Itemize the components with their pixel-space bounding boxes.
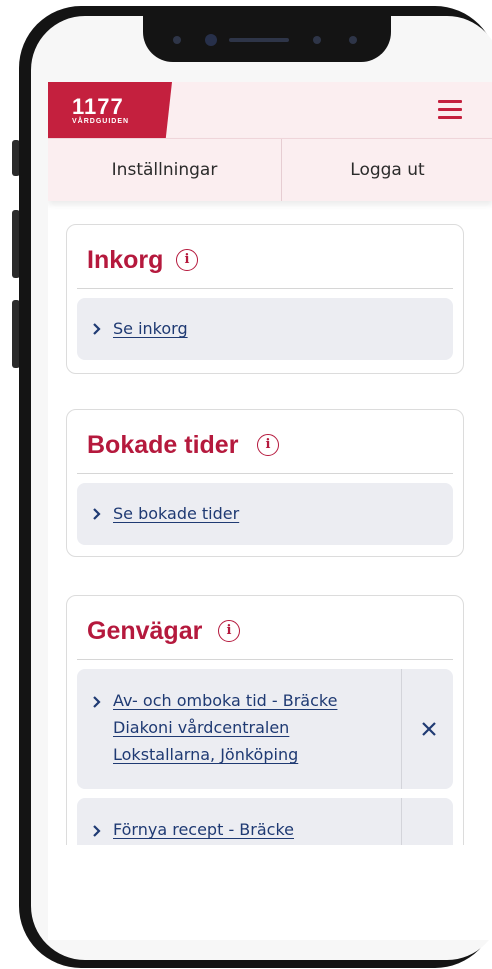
info-icon[interactable]: i [257,434,279,456]
item-divider [401,798,402,845]
shortcuts-card: Genvägar i Av- och omboka tid - Bräcke D… [66,595,464,845]
card-divider [77,659,453,660]
inbox-title: Inkorg [87,246,164,274]
chevron-right-icon [91,692,103,712]
logo-subtitle: VÅRDGUIDEN [72,118,130,125]
shortcut-link-line[interactable]: Lokstallarna, Jönköping [113,741,298,768]
chevron-right-icon [91,319,103,339]
logout-link[interactable]: Logga ut [282,139,492,201]
inbox-link-box[interactable]: Se inkorg [77,298,453,360]
logo-number: 1177 [72,94,124,119]
logo-1177[interactable]: 1177 VÅRDGUIDEN [48,82,172,138]
shortcut-link-line[interactable]: Av- och omboka tid - Bräcke [113,687,337,714]
shortcuts-title: Genvägar [87,617,203,645]
card-divider [77,473,453,474]
appointments-card: Bokade tider i Se bokade tider [66,409,464,557]
card-divider [77,288,453,289]
shortcut-link-line[interactable]: Förnya recept - Bräcke [113,816,294,843]
info-icon[interactable]: i [176,249,198,271]
close-icon[interactable] [417,717,441,741]
top-bar: 1177 VÅRDGUIDEN [48,82,492,138]
inbox-link[interactable]: Se inkorg [113,315,188,342]
appointments-link-box[interactable]: Se bokade tider [77,483,453,545]
hamburger-icon[interactable] [436,98,464,122]
chevron-right-icon [91,821,103,841]
phone-notch [143,16,391,62]
info-icon[interactable]: i [218,620,240,642]
app-screen: 1177 VÅRDGUIDEN Inställningar Logga ut I… [48,82,492,845]
sub-navigation: Inställningar Logga ut [48,138,492,201]
shortcut-item[interactable]: Av- och omboka tid - Bräcke Diakoni vård… [77,669,453,789]
screen-bottom-area [48,845,492,940]
item-divider [401,669,402,789]
chevron-right-icon [91,504,103,524]
appointments-title: Bokade tider [87,431,239,459]
inbox-card: Inkorg i Se inkorg [66,224,464,374]
settings-link[interactable]: Inställningar [48,139,281,201]
appointments-link[interactable]: Se bokade tider [113,500,239,527]
shortcut-link-line[interactable]: Diakoni vårdcentralen [113,714,289,741]
shortcut-item[interactable]: Förnya recept - Bräcke [77,798,453,845]
